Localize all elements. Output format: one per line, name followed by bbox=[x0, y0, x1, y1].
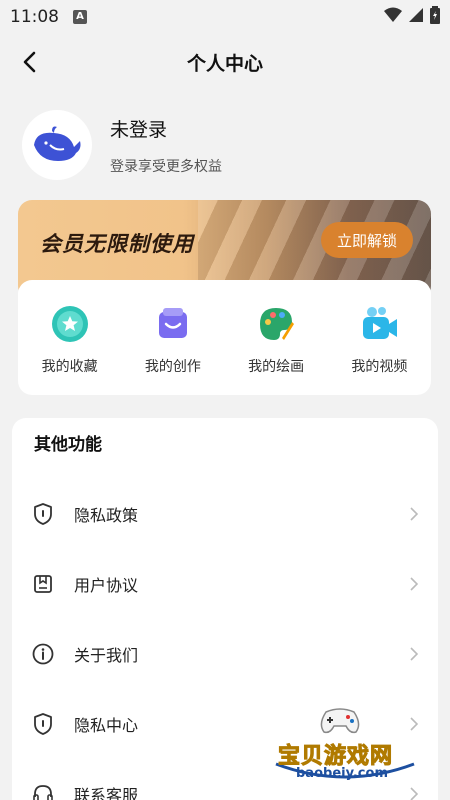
profile-text: 未登录 登录享受更多权益 bbox=[110, 115, 222, 176]
profile-header[interactable]: 未登录 登录享受更多权益 bbox=[22, 110, 222, 180]
chevron-right-icon bbox=[408, 507, 420, 521]
info-icon bbox=[32, 643, 54, 665]
page-title: 个人中心 bbox=[186, 52, 263, 75]
feature-painting[interactable]: 我的绘画 bbox=[225, 280, 328, 395]
star-collection-icon bbox=[48, 302, 92, 346]
menu-label: 联系客服 bbox=[74, 786, 139, 800]
unlock-button[interactable]: 立即解锁 bbox=[321, 222, 413, 258]
status-bar: 11:08 A bbox=[0, 0, 450, 34]
feature-grid: 我的收藏 我的创作 我的绘画 我的视频 bbox=[18, 280, 431, 395]
chevron-right-icon bbox=[408, 647, 420, 661]
menu-label: 关于我们 bbox=[74, 646, 139, 665]
feature-label: 我的收藏 bbox=[41, 359, 98, 375]
menu-item-user-agreement[interactable]: 用户协议 bbox=[12, 549, 438, 619]
feature-creation[interactable]: 我的创作 bbox=[121, 280, 224, 395]
chevron-right-icon bbox=[408, 787, 420, 800]
menu-item-privacy-policy[interactable]: 隐私政策 bbox=[12, 479, 438, 549]
chevron-right-icon bbox=[408, 577, 420, 591]
feature-label: 我的创作 bbox=[144, 359, 201, 375]
creation-bag-icon bbox=[151, 302, 195, 346]
palette-icon bbox=[254, 302, 298, 346]
wifi-icon bbox=[384, 7, 402, 27]
vip-title: 会员无限制使用 bbox=[40, 232, 194, 256]
feature-video[interactable]: 我的视频 bbox=[328, 280, 431, 395]
status-time: 11:08 bbox=[10, 7, 59, 27]
whale-logo-icon bbox=[34, 126, 81, 161]
headset-icon bbox=[32, 783, 54, 800]
notification-icon: A bbox=[73, 10, 87, 24]
back-button[interactable] bbox=[16, 48, 44, 76]
menu-item-about-us[interactable]: 关于我们 bbox=[12, 619, 438, 689]
top-nav: 个人中心 bbox=[0, 40, 450, 84]
battery-icon bbox=[430, 6, 440, 28]
video-camera-icon bbox=[357, 302, 401, 346]
menu-label: 隐私中心 bbox=[74, 716, 139, 735]
profile-name: 未登录 bbox=[110, 118, 168, 141]
agreement-box-icon bbox=[32, 573, 54, 595]
profile-subtitle: 登录享受更多权益 bbox=[110, 158, 222, 175]
shield-icon bbox=[32, 713, 54, 735]
feature-collection[interactable]: 我的收藏 bbox=[18, 280, 121, 395]
status-icons bbox=[384, 6, 440, 28]
feature-label: 我的绘画 bbox=[248, 359, 305, 375]
avatar[interactable] bbox=[22, 110, 92, 180]
menu-item-contact-support[interactable]: 联系客服 bbox=[12, 759, 438, 800]
signal-icon bbox=[408, 7, 424, 27]
menu-item-privacy-center[interactable]: 隐私中心 bbox=[12, 689, 438, 759]
chevron-left-icon bbox=[23, 51, 36, 73]
menu-label: 隐私政策 bbox=[74, 506, 139, 525]
feature-label: 我的视频 bbox=[351, 359, 408, 375]
menu-label: 用户协议 bbox=[74, 576, 139, 595]
chevron-right-icon bbox=[408, 717, 420, 731]
section-title: 其他功能 bbox=[34, 435, 102, 455]
shield-icon bbox=[32, 503, 54, 525]
other-functions-card: 其他功能 隐私政策 用户协议 关于我们 隐私中心 联系客服 bbox=[12, 418, 438, 800]
